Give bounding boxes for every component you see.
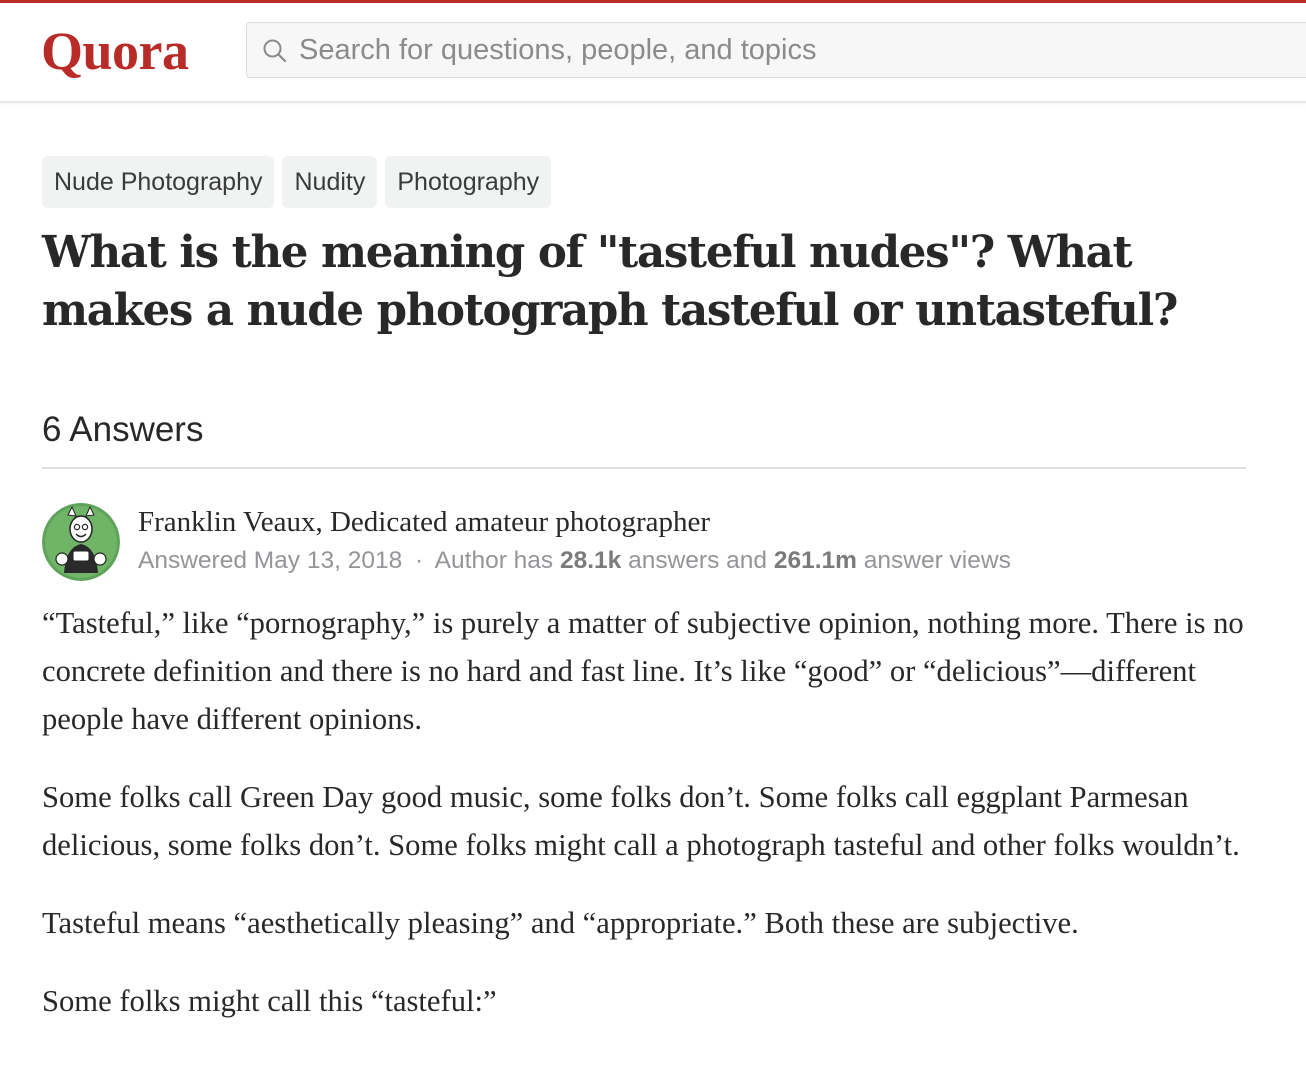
topic-chip-nudity[interactable]: Nudity: [282, 156, 378, 208]
answer-body: “Tasteful,” like “pornography,” is purel…: [42, 599, 1262, 1055]
search-icon: [263, 39, 287, 63]
topic-chip-photography[interactable]: Photography: [385, 156, 552, 208]
topic-chip-nude-photography[interactable]: Nude Photography: [42, 156, 275, 208]
author-name-credential[interactable]: Franklin Veaux, Dedicated amateur photog…: [138, 505, 710, 539]
answered-date[interactable]: Answered May 13, 2018: [138, 547, 402, 574]
answer-paragraph: Some folks call Green Day good music, so…: [42, 780, 1240, 862]
author-has-label: Author has: [434, 547, 554, 574]
search-bar[interactable]: [246, 22, 1306, 78]
author-views-count: 261.1m: [773, 547, 857, 574]
answer-meta: Answered May 13, 2018 · Author has 28.1k…: [138, 545, 1011, 577]
answers-count-heading: 6 Answers: [42, 410, 204, 449]
answers-divider: [42, 467, 1246, 469]
quora-logo[interactable]: Quora: [41, 21, 189, 81]
author-avatar[interactable]: [42, 503, 120, 581]
avatar-illustration-icon: [42, 503, 120, 581]
author-answers-count: 28.1k: [559, 547, 622, 574]
views-suffix-label: answer views: [863, 547, 1011, 574]
meta-separator: ·: [415, 547, 424, 574]
answer-paragraph: Some folks might call this “tasteful:”: [42, 984, 497, 1018]
answer-paragraph: “Tasteful,” like “pornography,” is purel…: [42, 606, 1244, 736]
answers-and-label: answers and: [628, 547, 768, 574]
question-title[interactable]: What is the meaning of "tasteful nudes"?…: [42, 224, 1262, 340]
search-input[interactable]: [299, 23, 1199, 77]
topic-list: Nude Photography Nudity Photography: [42, 156, 552, 208]
answer-paragraph: Tasteful means “aesthetically pleasing” …: [42, 906, 1079, 940]
top-header: Quora: [0, 3, 1306, 103]
